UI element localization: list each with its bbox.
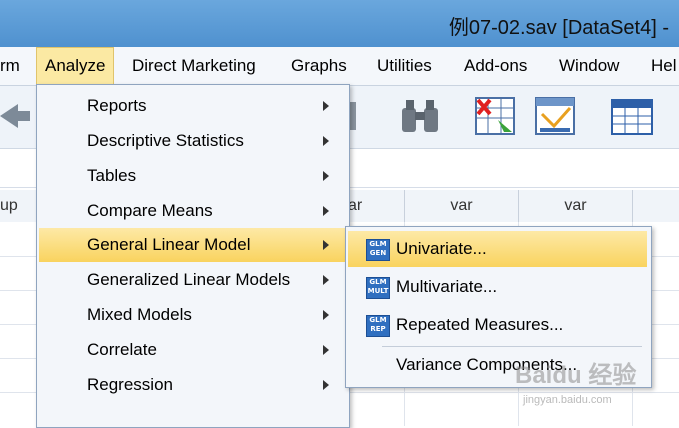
menu-item-label: Repeated Measures... bbox=[396, 315, 564, 334]
submenu-arrow-icon bbox=[323, 310, 329, 320]
submenu-arrow-icon bbox=[323, 206, 329, 216]
menu-item-regression[interactable]: Regression bbox=[39, 368, 345, 402]
glm-gen-icon: GLM GEN bbox=[366, 239, 390, 261]
title-bar: 例07-02.sav [DataSet4] - bbox=[0, 0, 679, 47]
insert-variable-icon[interactable] bbox=[534, 94, 578, 138]
submenu-arrow-icon bbox=[323, 345, 329, 355]
submenu-arrow-icon bbox=[323, 380, 329, 390]
column-header-group[interactable]: up bbox=[0, 190, 37, 222]
column-header-var[interactable]: var bbox=[519, 190, 633, 222]
menu-analyze[interactable]: Analyze bbox=[36, 47, 115, 85]
menu-item-label: Mixed Models bbox=[87, 305, 192, 324]
menu-item-generalized-linear-models[interactable]: Generalized Linear Models bbox=[39, 263, 345, 297]
menu-item-multivariate[interactable]: GLM MULT Multivariate... bbox=[348, 269, 647, 305]
menu-item-mixed-models[interactable]: Mixed Models bbox=[39, 298, 345, 332]
menu-item-label: Generalized Linear Models bbox=[87, 270, 291, 289]
menu-window[interactable]: Window bbox=[551, 47, 627, 85]
split-file-icon[interactable] bbox=[610, 94, 654, 138]
menu-item-univariate[interactable]: GLM GEN Univariate... bbox=[348, 231, 647, 267]
menu-item-label: Univariate... bbox=[396, 239, 487, 258]
menu-item-label: Descriptive Statistics bbox=[87, 131, 244, 150]
menu-item-compare-means[interactable]: Compare Means bbox=[39, 194, 345, 228]
insert-cases-icon[interactable] bbox=[474, 94, 518, 138]
window-title: 例07-02.sav [DataSet4] - bbox=[448, 17, 669, 39]
glm-rep-icon: GLM REP bbox=[366, 315, 390, 337]
glm-mult-icon: GLM MULT bbox=[366, 277, 390, 299]
menu-transform[interactable]: rm bbox=[0, 47, 28, 85]
menu-item-correlate[interactable]: Correlate bbox=[39, 333, 345, 367]
menu-help[interactable]: Hel bbox=[643, 47, 679, 85]
menu-add-ons[interactable]: Add-ons bbox=[456, 47, 535, 85]
menu-utilities[interactable]: Utilities bbox=[369, 47, 440, 85]
menu-item-label: Reports bbox=[87, 96, 147, 115]
menu-graphs[interactable]: Graphs bbox=[283, 47, 355, 85]
submenu-arrow-icon bbox=[323, 240, 329, 250]
menu-direct-marketing[interactable]: Direct Marketing bbox=[124, 47, 264, 85]
menu-item-tables[interactable]: Tables bbox=[39, 159, 345, 193]
menu-item-label: Multivariate... bbox=[396, 277, 498, 296]
menu-item-descriptive-statistics[interactable]: Descriptive Statistics bbox=[39, 124, 345, 158]
menu-item-label: Compare Means bbox=[87, 201, 213, 220]
menu-item-general-linear-model[interactable]: General Linear Model bbox=[39, 228, 345, 262]
menu-item-label: Regression bbox=[87, 375, 173, 394]
go-to-data-icon[interactable] bbox=[346, 94, 390, 138]
analyze-menu: Reports Descriptive Statistics Tables Co… bbox=[36, 84, 350, 428]
menu-item-reports[interactable]: Reports bbox=[39, 89, 345, 123]
submenu-arrow-icon bbox=[323, 171, 329, 181]
menu-item-label: Tables bbox=[87, 166, 137, 185]
menu-item-label: General Linear Model bbox=[87, 235, 251, 254]
submenu-arrow-icon bbox=[323, 136, 329, 146]
menu-item-label: Correlate bbox=[87, 340, 157, 359]
submenu-arrow-icon bbox=[323, 275, 329, 285]
submenu-arrow-icon bbox=[323, 101, 329, 111]
column-header-var[interactable]: var bbox=[405, 190, 519, 222]
baidu-watermark: Baidu 经验 bbox=[515, 362, 637, 389]
menu-bar: rm Analyze Direct Marketing Graphs Utili… bbox=[0, 47, 679, 86]
menu-item-repeated-measures[interactable]: GLM REP Repeated Measures... bbox=[348, 307, 647, 343]
column-header-var-partial[interactable]: ar bbox=[347, 190, 405, 222]
find-binoculars-icon[interactable] bbox=[398, 94, 442, 138]
baidu-watermark-url: jingyan.baidu.com bbox=[523, 394, 612, 406]
